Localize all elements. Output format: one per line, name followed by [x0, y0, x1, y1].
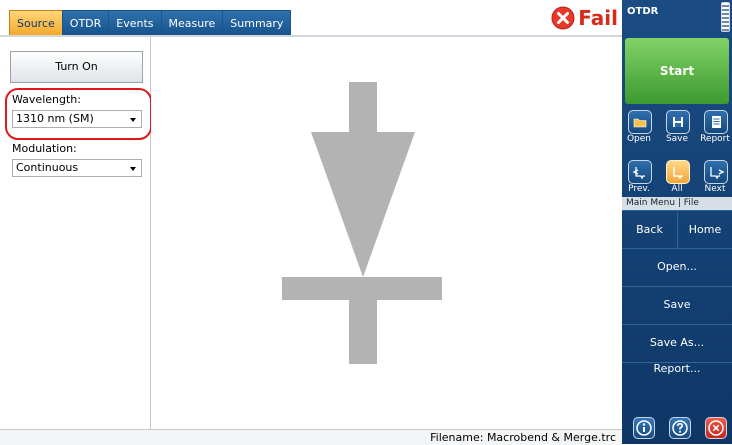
report-button[interactable]	[704, 110, 728, 134]
open-button[interactable]	[628, 110, 652, 134]
filename-label: Filename: Macrobend & Merge.trc	[430, 431, 616, 444]
status-indicator: Fail	[551, 6, 618, 30]
chevron-down-icon	[130, 118, 136, 122]
wavelength-value: 1310 nm (SM)	[16, 112, 94, 125]
home-button[interactable]: Home	[678, 212, 732, 248]
menu-item-open[interactable]: Open...	[622, 248, 732, 286]
modulation-label: Modulation:	[12, 142, 77, 155]
chevron-down-icon	[130, 167, 136, 171]
wavelength-select[interactable]: 1310 nm (SM)	[12, 110, 142, 128]
menu-breadcrumb: Main Menu | File	[622, 197, 732, 210]
wavelength-label: Wavelength:	[12, 93, 81, 106]
tab-source[interactable]: Source	[9, 10, 63, 38]
help-icon	[672, 420, 688, 436]
next-label: Next	[704, 184, 726, 194]
start-button[interactable]: Start	[625, 38, 729, 104]
laser-source-icon	[282, 82, 442, 364]
menu-item-report[interactable]: Report...	[622, 350, 732, 388]
info-icon	[636, 420, 652, 436]
prev-trace-icon	[632, 167, 645, 180]
status-text: Fail	[578, 6, 618, 30]
sidebar-scroll-handle[interactable]	[721, 2, 730, 32]
next-trace-button[interactable]	[704, 160, 728, 184]
all-label: All	[671, 184, 683, 194]
menu-item-save[interactable]: Save	[622, 286, 732, 324]
tab-list: Source OTDR Events Measure Summary	[9, 10, 292, 38]
open-label: Open	[626, 134, 652, 144]
all-traces-button[interactable]	[666, 160, 690, 184]
save-button[interactable]	[666, 110, 690, 134]
all-traces-icon	[673, 167, 683, 180]
sidebar-title: OTDR	[627, 6, 659, 17]
modulation-select[interactable]: Continuous	[12, 159, 142, 177]
fail-x-icon	[551, 6, 575, 30]
report-icon	[712, 116, 721, 128]
turn-on-button[interactable]: Turn On	[10, 51, 143, 83]
report-label: Report	[700, 134, 730, 144]
source-display-area	[151, 37, 622, 429]
close-icon	[708, 420, 724, 436]
tab-bar: Source OTDR Events Measure Summary Fail	[0, 0, 622, 38]
status-bar: Filename: Macrobend & Merge.trc	[0, 429, 622, 445]
tab-summary[interactable]: Summary	[222, 10, 292, 37]
prev-trace-button[interactable]	[628, 160, 652, 184]
back-button[interactable]: Back	[622, 212, 677, 248]
modulation-value: Continuous	[16, 161, 79, 174]
tab-otdr[interactable]: OTDR	[61, 10, 110, 37]
source-settings-panel: Turn On Wavelength: 1310 nm (SM) Modulat…	[0, 37, 152, 429]
tab-measure[interactable]: Measure	[160, 10, 224, 37]
save-label: Save	[665, 134, 689, 144]
floppy-disk-icon	[673, 117, 683, 127]
folder-icon	[633, 118, 647, 128]
info-button[interactable]	[633, 417, 655, 439]
prev-label: Prev.	[628, 184, 650, 194]
right-sidebar: OTDR Start Open Save Report Prev. All Ne…	[622, 0, 732, 444]
help-button[interactable]	[669, 417, 691, 439]
tab-events[interactable]: Events	[108, 10, 162, 37]
exit-button[interactable]	[705, 417, 727, 439]
next-trace-icon	[710, 167, 725, 180]
